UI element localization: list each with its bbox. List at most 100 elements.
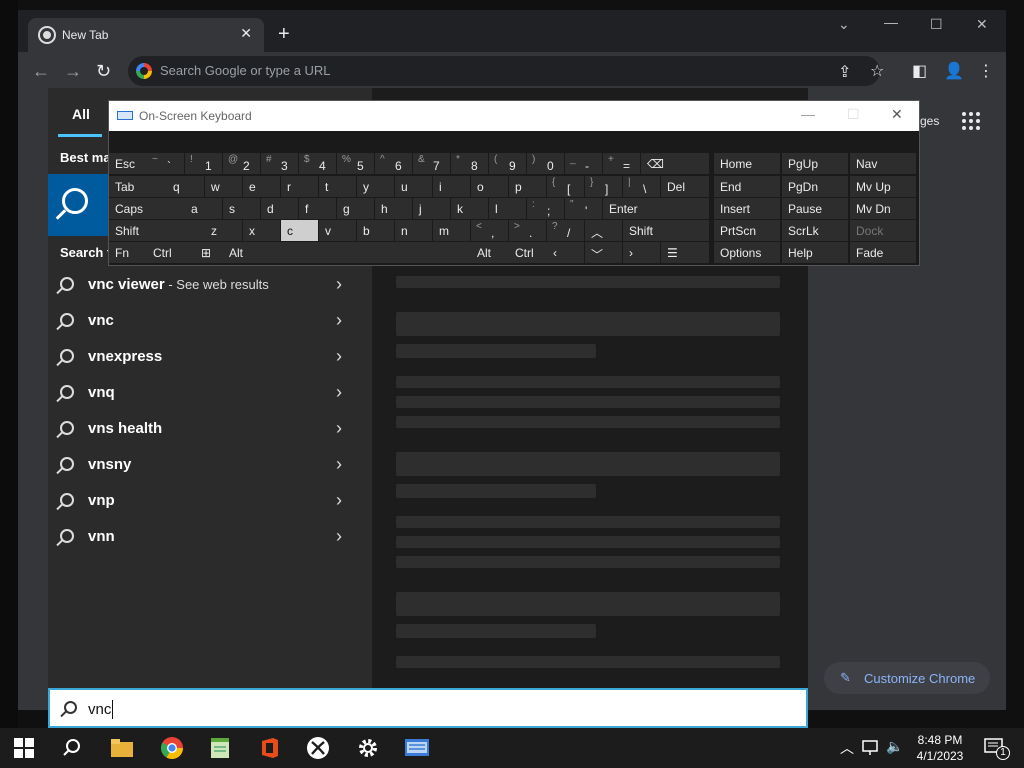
context-menu-key-icon[interactable]: ☰ xyxy=(661,242,709,263)
osk-title-bar[interactable]: On-Screen Keyboard — ☐ ✕ xyxy=(109,101,919,131)
menu-icon[interactable]: ⋮ xyxy=(978,61,994,81)
key-shift-left[interactable]: Shift xyxy=(109,220,205,241)
profile-icon[interactable]: 👤 xyxy=(944,61,964,81)
key-s[interactable]: s xyxy=(223,198,260,219)
suggestion-item[interactable]: vnq › xyxy=(48,376,372,412)
chevron-right-icon[interactable]: › xyxy=(336,346,342,367)
key-7[interactable]: & 7 xyxy=(413,153,450,174)
key-options[interactable]: Options xyxy=(714,242,780,263)
key-m[interactable]: m xyxy=(433,220,470,241)
arrow-left-icon[interactable]: ‹ xyxy=(547,242,584,263)
close-tab-icon[interactable]: ✕ xyxy=(240,25,252,42)
key-mvup[interactable]: Mv Up xyxy=(850,176,916,197)
minimize-icon[interactable]: — xyxy=(801,106,815,122)
tab-all[interactable]: All xyxy=(72,106,90,122)
key-help[interactable]: Help xyxy=(782,242,848,263)
forward-icon[interactable]: → xyxy=(64,61,82,82)
key-scrlk[interactable]: ScrLk xyxy=(782,220,848,241)
key-h[interactable]: h xyxy=(375,198,412,219)
key-fade[interactable]: Fade xyxy=(850,242,916,263)
show-hidden-icons-chevron-icon[interactable]: ︿ xyxy=(840,738,854,758)
key-e[interactable]: e xyxy=(243,176,280,197)
key-insert[interactable]: Insert xyxy=(714,198,780,219)
key-x[interactable]: x xyxy=(243,220,280,241)
reload-icon[interactable]: ↻ xyxy=(96,61,111,82)
arrow-down-icon[interactable]: ﹀ xyxy=(585,242,622,263)
xbox-icon[interactable] xyxy=(306,736,330,760)
suggestion-item[interactable]: vns health › xyxy=(48,412,372,448)
key-b[interactable]: b xyxy=(357,220,394,241)
key-c[interactable]: c xyxy=(281,220,318,241)
search-input[interactable]: vnc xyxy=(48,688,808,728)
key-=[interactable]: + = xyxy=(603,153,640,174)
suggestion-item[interactable]: vnp › xyxy=(48,484,372,520)
key-/[interactable]: ? / xyxy=(547,220,584,241)
windows-key-icon[interactable]: ⊞ xyxy=(195,242,223,263)
key-1[interactable]: ! 1 xyxy=(185,153,222,174)
key-9[interactable]: (9 xyxy=(489,153,526,174)
windows-start-icon[interactable] xyxy=(14,738,34,758)
backspace-icon[interactable]: ⌫ xyxy=(641,153,709,174)
volume-icon[interactable]: 🔈 xyxy=(886,738,903,755)
key--[interactable]: _ - xyxy=(565,153,602,174)
key-r[interactable]: r xyxy=(281,176,318,197)
tab-new-tab[interactable]: New Tab ✕ xyxy=(28,18,264,52)
key-shift-right[interactable]: Shift xyxy=(623,220,709,241)
key-g[interactable]: g xyxy=(337,198,374,219)
key-4[interactable]: $4 xyxy=(299,153,336,174)
settings-gear-icon[interactable] xyxy=(356,736,380,760)
close-window-icon[interactable]: ✕ xyxy=(976,16,988,33)
key-2[interactable]: @2 xyxy=(223,153,260,174)
key-l[interactable]: l xyxy=(489,198,526,219)
file-explorer-icon[interactable] xyxy=(110,736,134,760)
key-pgdn[interactable]: PgDn xyxy=(782,176,848,197)
key-a[interactable]: a xyxy=(185,198,222,219)
key-u[interactable]: u xyxy=(395,176,432,197)
key-v[interactable]: v xyxy=(319,220,356,241)
key-o[interactable]: o xyxy=(471,176,508,197)
apps-grid-icon[interactable] xyxy=(962,112,980,130)
key-j[interactable]: j xyxy=(413,198,450,219)
key-i[interactable]: i xyxy=(433,176,470,197)
new-tab-icon[interactable]: + xyxy=(278,24,290,44)
key-pgup[interactable]: PgUp xyxy=(782,153,848,174)
close-icon[interactable]: ✕ xyxy=(891,106,903,123)
customize-chrome-button[interactable]: ✎ Customize Chrome xyxy=(824,662,990,694)
key-5[interactable]: % 5 xyxy=(337,153,374,174)
key-del[interactable]: Del xyxy=(661,176,709,197)
images-link[interactable]: ges xyxy=(920,114,939,128)
key-nav[interactable]: Nav xyxy=(850,153,916,174)
chevron-right-icon[interactable]: › xyxy=(336,274,342,295)
key-0[interactable]: ) 0 xyxy=(527,153,564,174)
key-,[interactable]: <, xyxy=(471,220,508,241)
key-k[interactable]: k xyxy=(451,198,488,219)
key-.[interactable]: >. xyxy=(509,220,546,241)
key-'[interactable]: " ' xyxy=(565,198,602,219)
arrow-up-icon[interactable]: ︿ xyxy=(585,220,622,241)
network-icon[interactable] xyxy=(862,740,880,756)
office-icon[interactable] xyxy=(258,736,282,760)
key-`[interactable]: ~ ` xyxy=(147,153,184,174)
chevron-right-icon[interactable]: › xyxy=(336,454,342,475)
key-;[interactable]: :; xyxy=(527,198,564,219)
key-ctrl-left[interactable]: Ctrl xyxy=(147,242,195,263)
key-tab[interactable]: Tab xyxy=(109,176,167,197)
key-space[interactable] xyxy=(261,242,471,263)
omnibox[interactable]: Search Google or type a URL ⇪ xyxy=(128,56,880,86)
key-q[interactable]: q xyxy=(167,176,204,197)
taskbar-search-icon[interactable] xyxy=(60,736,84,760)
best-match-tile[interactable] xyxy=(48,174,108,236)
suggestion-item[interactable]: vnn › xyxy=(48,520,372,556)
key-fn[interactable]: Fn xyxy=(109,242,147,263)
key-t[interactable]: t xyxy=(319,176,356,197)
chevron-right-icon[interactable]: › xyxy=(336,526,342,547)
suggestion-item[interactable]: vnc › xyxy=(48,304,372,340)
chevron-right-icon[interactable]: › xyxy=(336,418,342,439)
key-[[interactable]: {[ xyxy=(547,176,584,197)
key-p[interactable]: p xyxy=(509,176,546,197)
key-dock[interactable]: Dock xyxy=(850,220,916,241)
key-6[interactable]: ^ 6 xyxy=(375,153,412,174)
key-ctrl-right[interactable]: Ctrl xyxy=(509,242,547,263)
chevron-right-icon[interactable]: › xyxy=(336,310,342,331)
key-pause[interactable]: Pause xyxy=(782,198,848,219)
